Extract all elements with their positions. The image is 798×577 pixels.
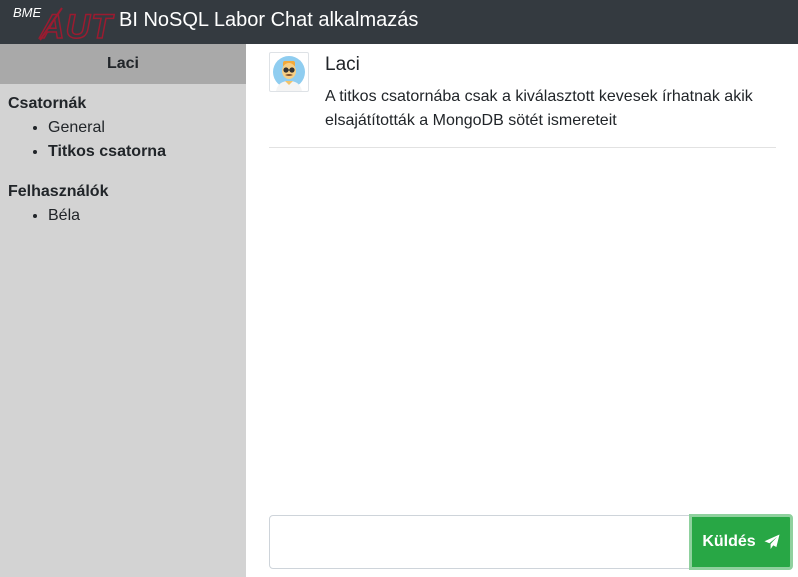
navbar: BME AUT BI NoSQL Labor Chat alkalmazás	[0, 0, 798, 44]
paper-plane-icon	[764, 534, 780, 550]
message-input[interactable]	[269, 515, 693, 569]
send-button-label: Küldés	[702, 533, 756, 550]
message-text: A titkos csatornába csak a kiválasztott …	[325, 88, 753, 129]
send-button[interactable]: Küldés	[689, 514, 793, 570]
user-item-bela[interactable]: Béla	[48, 204, 238, 228]
users-section: Felhasználók Béla	[0, 180, 246, 228]
users-title: Felhasználók	[8, 183, 109, 200]
current-user-name: Laci	[0, 44, 246, 84]
message-item: Laci A titkos csatornába csak a kiválasz…	[269, 52, 776, 148]
channel-list: General Titkos csatorna	[8, 116, 238, 164]
channel-item-general[interactable]: General	[48, 116, 238, 140]
channel-item-titkos-csatorna[interactable]: Titkos csatorna	[48, 140, 238, 164]
logo-graphic: BME AUT	[13, 5, 115, 42]
logo-text-bme: BME	[13, 5, 42, 20]
user-avatar-icon	[269, 52, 309, 92]
channels-title: Csatornák	[8, 95, 87, 112]
user-list: Béla	[8, 204, 238, 228]
message-composer: Küldés	[269, 514, 793, 570]
app-title: BI NoSQL Labor Chat alkalmazás	[119, 9, 419, 31]
avatar-graphic	[273, 56, 305, 91]
message-author: Laci	[325, 54, 360, 75]
bme-aut-logo[interactable]: BME AUT	[8, 2, 118, 42]
chat-main: Laci A titkos csatornába csak a kiválasz…	[246, 44, 798, 577]
sidebar: Laci Csatornák General Titkos csatorna F…	[0, 44, 246, 577]
channels-section: Csatornák General Titkos csatorna	[0, 92, 246, 164]
